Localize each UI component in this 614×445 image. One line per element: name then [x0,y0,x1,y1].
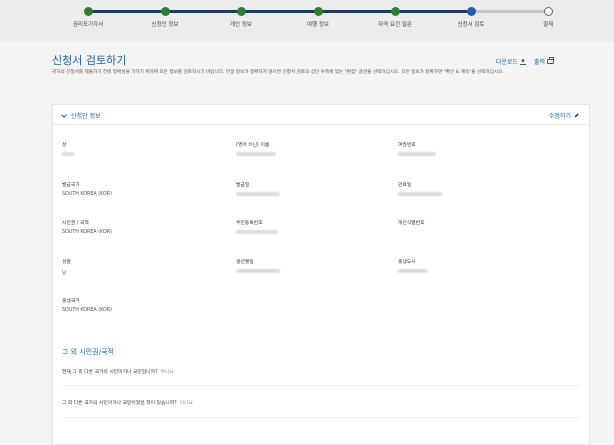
page-title: 신청서 검토하기 [52,54,127,67]
field-label: (영어 이닌) 이름 [236,143,270,148]
field-label: 만료일 [398,183,412,188]
redacted-value [398,152,436,156]
redacted-value [236,230,278,234]
field-value: SOUTH KOREA (KOR) [62,192,112,197]
field-given-name: (영어 이닌) 이름 [236,141,386,156]
field-personal-id: 개인식별번호 [398,219,548,226]
field-label: 출생도시 [398,260,416,265]
step-label: 신청서 검토 [457,22,485,28]
field-label: 성 [62,143,67,148]
field-expiry-date: 만료일 [398,181,548,196]
section-toggle[interactable]: 신청인 정보 [62,111,101,120]
applicant-info-card: 신청인 정보 수정하기 성 (영어 이닌) 이름 여권번호 발급국가 SOUTH… [52,104,590,445]
answer-text: 아니요 [179,401,193,406]
progress-track-fill [88,10,471,13]
edit-label: 수정하기 [548,113,571,120]
step-label: 신청인 정보 [151,22,179,28]
redacted-value [236,269,280,273]
print-label: 출력 [533,59,545,66]
field-value: 남 [62,271,67,276]
step-label: 결제 [542,22,554,28]
section-header: 신청인 정보 수정하기 [53,105,589,125]
field-national-id: 주민등록번호 [236,219,386,234]
citizenship-question-current: 현재 그 외 다른 국가의 시민이거나 국민입니까? 아니요 [62,368,174,375]
question-text: 현재 그 외 다른 국가의 시민이거나 국민입니까? [62,370,158,375]
redacted-value [236,152,276,156]
field-label: 생년월일 [236,260,254,265]
redacted-value [398,192,442,196]
step-complete-icon [84,7,93,16]
field-issue-date: 발급일 [236,181,386,196]
step-complete-icon [314,7,323,16]
page-description: 귀하의 신청서를 제출하기 전에 정확성을 기하기 위하여 모든 정보를 검토하… [52,70,504,75]
field-gender: 성별 남 [62,258,212,276]
progress-bar: 권리포기각서 신청인 정보 개인 정보 여행 정보 자격 요건 질문 신청서 검… [0,0,614,42]
step-complete-icon [237,7,246,16]
divider [62,417,580,418]
field-birth-city: 출생도시 [398,258,548,273]
pencil-icon [573,112,580,119]
divider [62,385,580,386]
download-label: 다운로드 [495,59,518,66]
step-label: 권리포기각서 [72,22,104,28]
field-citizenship: 시민권 / 국적 SOUTH KOREA (KOR) [62,219,212,235]
field-label: 출생국가 [62,299,80,304]
download-icon [519,59,526,65]
field-birth-date: 생년월일 [236,258,386,273]
redacted-value [62,152,74,156]
edit-button[interactable]: 수정하기 [549,111,579,120]
section-title: 신청인 정보 [71,113,101,120]
field-passport-number: 여권번호 [398,141,548,156]
field-label: 주민등록번호 [236,221,263,226]
field-birth-country: 출생국가 SOUTH KOREA (KOR) [62,297,212,313]
download-button[interactable]: 다운로드 [496,57,526,66]
step-label: 자격 요건 질문 [378,22,412,28]
step-pending-icon [544,7,553,16]
step-current-icon [467,7,476,16]
redacted-value [236,192,280,196]
redacted-value [398,269,428,273]
field-label: 여권번호 [398,143,416,148]
field-surname: 성 [62,141,212,156]
field-label: 발급국가 [62,183,80,188]
print-icon [547,57,554,64]
field-label: 발급일 [236,183,250,188]
citizenship-question-past: 그 외 다른 국가의 시민이거나 국민이었던 적이 있습니까? 아니요 [62,399,193,406]
field-label: 개인식별번호 [398,221,425,226]
question-text: 그 외 다른 국가의 시민이거나 국민이었던 적이 있습니까? [62,401,177,406]
field-issuing-country: 발급국가 SOUTH KOREA (KOR) [62,181,212,197]
step-complete-icon [391,7,400,16]
page-actions: 다운로드 출력 [496,57,554,66]
chevron-down-icon [62,113,67,118]
print-button[interactable]: 출력 [534,57,554,66]
field-label: 성별 [62,260,71,265]
step-label: 여행 정보 [307,22,329,28]
other-citizenship-title: 그 외 시민권/국적 [62,348,114,356]
step-label: 개인 정보 [230,22,252,28]
field-value: SOUTH KOREA (KOR) [62,308,112,313]
field-label: 시민권 / 국적 [62,221,89,226]
field-value: SOUTH KOREA (KOR) [62,230,112,235]
answer-text: 아니요 [160,370,174,375]
step-complete-icon [161,7,170,16]
